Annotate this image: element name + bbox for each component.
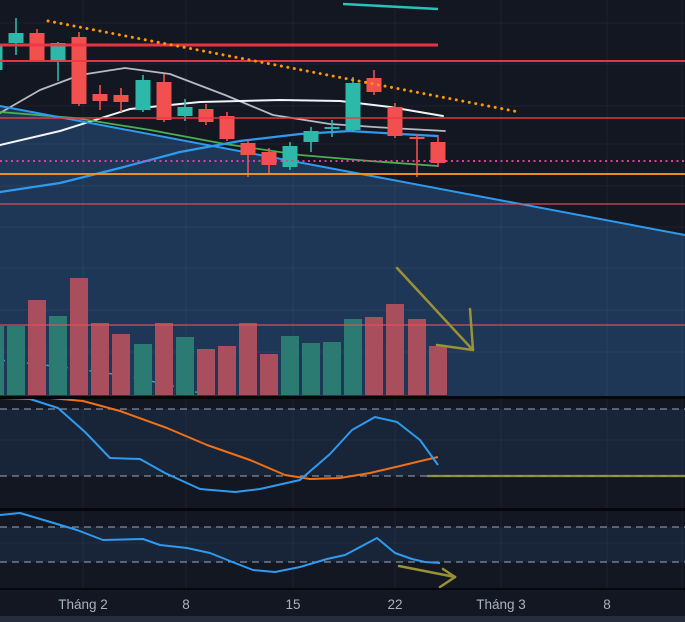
- candle-body: [0, 45, 3, 70]
- volume-bar: [260, 354, 278, 395]
- candle-body: [430, 142, 446, 163]
- volume-bar: [49, 316, 67, 395]
- x-axis-label[interactable]: Tháng 2: [58, 597, 108, 612]
- candle-body: [240, 143, 256, 155]
- candle-body: [345, 83, 361, 130]
- trading-chart[interactable]: Tháng 2 8 15 22 Tháng 3 8: [0, 0, 685, 622]
- volume-bar: [0, 326, 4, 395]
- volume-bar: [239, 323, 257, 395]
- volume-bar: [91, 323, 109, 395]
- volume-bar: [134, 344, 152, 395]
- bottom-scrollbar-strip[interactable]: [0, 616, 685, 622]
- volume-bar: [70, 278, 88, 395]
- candle-body: [409, 137, 425, 139]
- stochastic-band: [0, 409, 685, 476]
- candle-body: [261, 152, 277, 165]
- x-axis-label[interactable]: 22: [387, 597, 402, 612]
- volume-bar: [365, 317, 383, 395]
- candle-body: [387, 107, 403, 136]
- candle-body: [156, 82, 172, 120]
- candle-body: [219, 116, 235, 139]
- volume-bar: [408, 319, 426, 395]
- x-axis-label[interactable]: 15: [285, 597, 300, 612]
- candle-body: [198, 109, 214, 122]
- candle-body: [113, 95, 129, 102]
- candle-body: [324, 127, 340, 129]
- volume-bar: [176, 337, 194, 395]
- pane-separator[interactable]: [0, 396, 685, 399]
- candle-body: [303, 131, 319, 142]
- volume-bar: [323, 342, 341, 395]
- candle-body: [92, 94, 108, 101]
- chart-svg[interactable]: Tháng 2 8 15 22 Tháng 3 8: [0, 0, 685, 622]
- candle-body: [8, 33, 24, 43]
- volume-bar: [281, 336, 299, 395]
- volume-bar: [155, 323, 173, 395]
- candle-body: [177, 107, 193, 116]
- volume-bar: [7, 326, 25, 395]
- x-axis-label[interactable]: 8: [182, 597, 190, 612]
- pane-separator[interactable]: [0, 508, 685, 511]
- volume-bar: [28, 300, 46, 395]
- bottom-indicator-band: [0, 527, 685, 562]
- x-axis-label[interactable]: 8: [603, 597, 611, 612]
- candle-body: [135, 80, 151, 110]
- volume-bar: [197, 349, 215, 395]
- volume-bar: [344, 319, 362, 395]
- volume-bar: [386, 304, 404, 395]
- x-axis-label[interactable]: Tháng 3: [476, 597, 526, 612]
- candle-body: [282, 146, 298, 167]
- candle-body: [71, 37, 87, 104]
- volume-bar: [112, 334, 130, 395]
- volume-bar: [429, 346, 447, 395]
- pane-separator: [0, 588, 685, 590]
- volume-bar: [218, 346, 236, 395]
- volume-bar: [302, 343, 320, 395]
